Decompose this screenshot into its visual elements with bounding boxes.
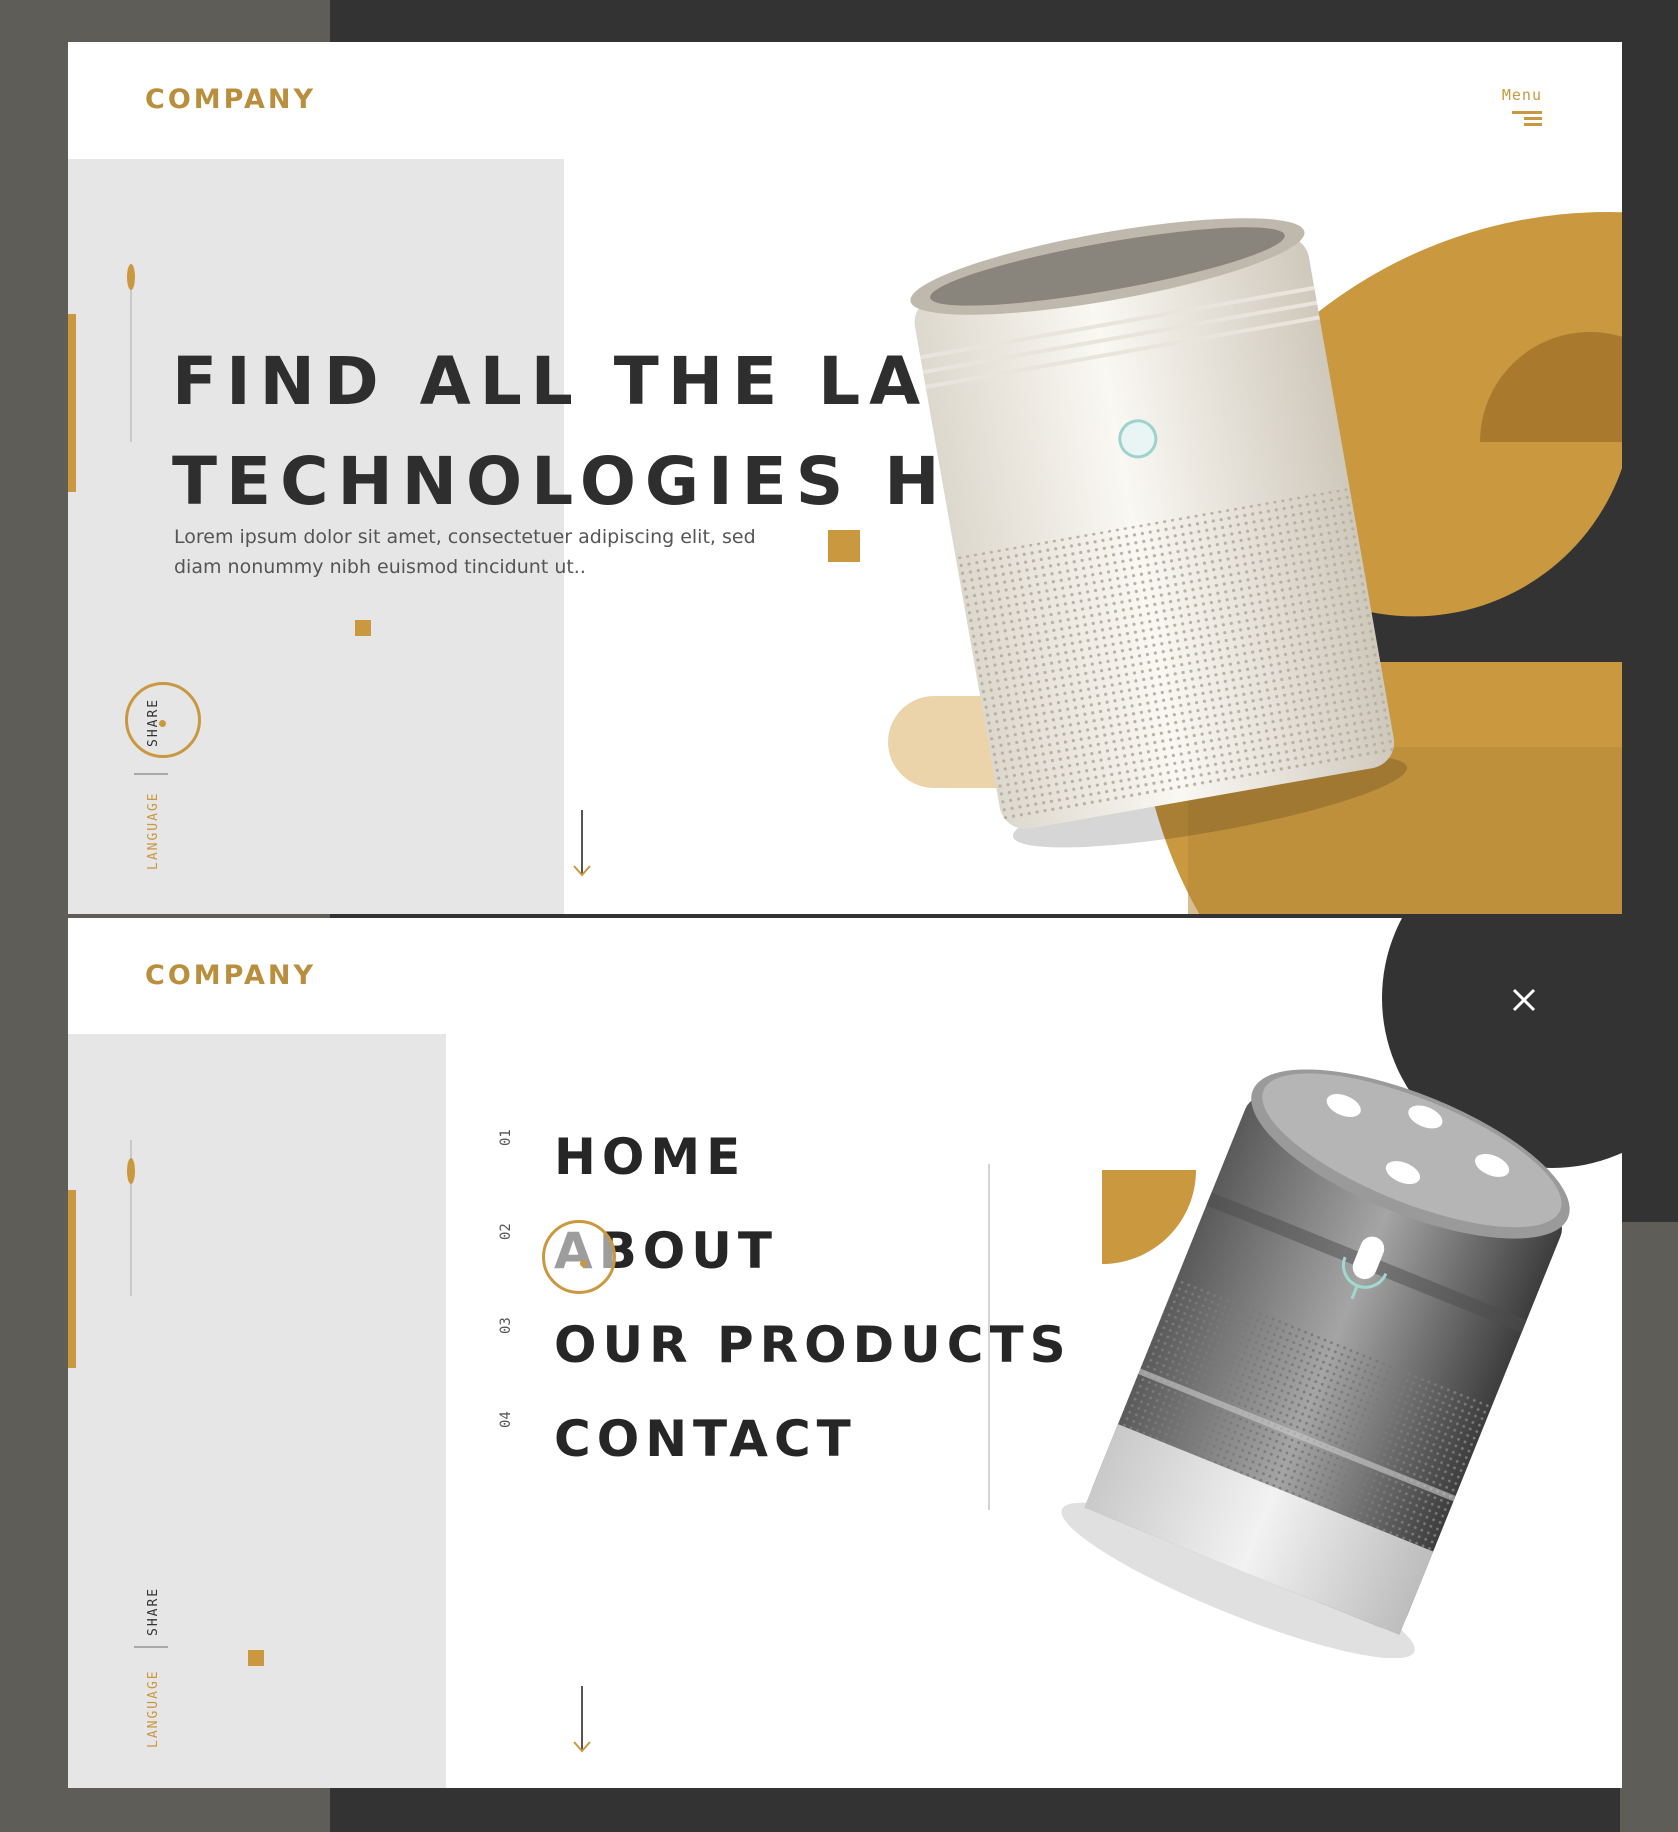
brand-logo[interactable]: COMPANY	[145, 84, 316, 115]
menu-button[interactable]: Menu	[1482, 86, 1542, 130]
menu-accent-bar	[68, 1190, 76, 1368]
nav-label: HOME	[554, 1128, 747, 1186]
hero-lead-text: Lorem ipsum dolor sit amet, consectetuer…	[174, 522, 834, 582]
arrow-down-icon[interactable]	[571, 1686, 593, 1756]
scroll-indicator-track	[130, 264, 132, 442]
lead-line-1: Lorem ipsum dolor sit amet, consectetuer…	[174, 526, 756, 548]
smart-speaker-illustration	[1061, 1069, 1570, 1658]
menu-icon-line	[1524, 123, 1542, 126]
arrow-down-icon[interactable]	[571, 810, 593, 880]
close-icon[interactable]	[1504, 980, 1544, 1020]
headline-line-2: TECHNOLOGIES HERE	[172, 443, 1117, 520]
brand-logo[interactable]: COMPANY	[145, 960, 316, 991]
nav-number: 03	[498, 1317, 514, 1334]
nav-label: OUR PRODUCTS	[554, 1316, 1072, 1374]
menu-panel: COMPANY 01 HOME 02 ABOUT 03 OUR PRODUCTS…	[68, 918, 1622, 1788]
nav-number: 04	[498, 1411, 514, 1428]
hover-cursor-dot	[580, 1260, 587, 1267]
hero-panel: COMPANY Menu FIND ALL THE LATEST TECHNOL…	[68, 42, 1622, 914]
menu-icon	[1512, 111, 1542, 114]
lead-line-2: diam nonummy nibh euismod tincidunt ut..	[174, 556, 586, 578]
menu-side-block	[68, 1034, 446, 1788]
air-purifier-illustration	[888, 212, 1622, 914]
share-language-divider	[134, 1646, 168, 1648]
share-link[interactable]: SHARE	[146, 698, 161, 747]
decor-square	[828, 530, 860, 562]
scroll-indicator-knob[interactable]	[127, 264, 135, 290]
share-link[interactable]: SHARE	[146, 1587, 161, 1636]
language-link[interactable]: LANGUAGE	[146, 1669, 161, 1748]
nav-number: 01	[498, 1129, 514, 1146]
page-background-olive	[1620, 1222, 1678, 1832]
nav-label: CONTACT	[554, 1410, 857, 1468]
nav-divider	[988, 1164, 990, 1510]
headline-line-1: FIND ALL THE LATEST	[172, 343, 1143, 420]
language-link[interactable]: LANGUAGE	[146, 791, 161, 870]
nav-number: 02	[498, 1223, 514, 1240]
decor-square-small	[355, 620, 371, 636]
share-language-divider	[134, 773, 168, 775]
decor-square-small	[248, 1650, 264, 1666]
hero-accent-bar	[68, 314, 76, 492]
menu-label: Menu	[1501, 86, 1542, 104]
hero-headline: FIND ALL THE LATEST TECHNOLOGIES HERE	[172, 332, 1143, 532]
hover-cursor-ring	[542, 1220, 616, 1294]
scroll-indicator-knob[interactable]	[127, 1158, 135, 1184]
menu-icon-line	[1524, 117, 1542, 120]
